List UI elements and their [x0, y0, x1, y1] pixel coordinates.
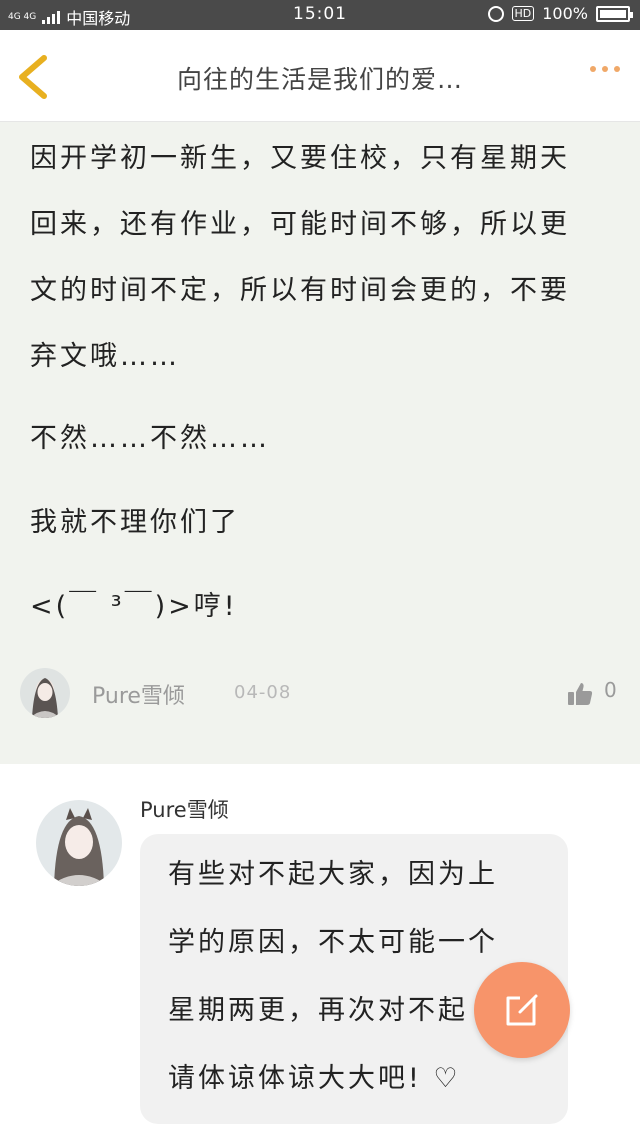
reply-section: Pure雪倾 有些对不起大家，因为上 学的原因，不太可能一个 星期两更，再次对不… [0, 776, 640, 1138]
post-line: 不然……不然…… [30, 423, 270, 454]
status-bar: 4G 4G 中国移动 15:01 HD 100% [0, 0, 640, 30]
post-line: <(￣ ³￣)>哼! [30, 591, 238, 622]
back-button[interactable] [14, 54, 54, 100]
edit-icon [506, 994, 538, 1026]
more-button[interactable] [590, 66, 620, 72]
status-right: HD 100% [487, 4, 633, 23]
hd-badge: HD [511, 6, 535, 21]
thumbs-up-icon [568, 683, 593, 705]
page-title: 向往的生活是我们的爱… [176, 65, 463, 94]
reply-avatar[interactable] [36, 800, 122, 886]
like-button[interactable] [566, 680, 594, 708]
battery-percent: 100% [542, 4, 588, 23]
post-line: 文的时间不定，所以有时间会更的，不要 [30, 275, 570, 306]
reply-author-name[interactable]: Pure雪倾 [140, 794, 229, 824]
reply-line: 有些对不起大家，因为上 [168, 859, 498, 890]
battery-icon [596, 5, 633, 22]
compose-button[interactable] [474, 962, 570, 1058]
author-name[interactable]: Pure雪倾 [92, 678, 185, 710]
post-content: 因开学初一新生，又要住校，只有星期天 回来，还有作业，可能时间不够，所以更 文的… [0, 122, 640, 764]
more-dots-icon [590, 66, 596, 72]
reply-line: 星期两更，再次对不起 [168, 995, 468, 1026]
post-line: 回来，还有作业，可能时间不够，所以更 [30, 209, 570, 240]
avatar[interactable] [20, 668, 70, 718]
post-line: 因开学初一新生，又要住校，只有星期天 [30, 143, 570, 174]
section-divider [0, 764, 640, 776]
reply-line: 请体谅体谅大大吧! ♡ [168, 1063, 461, 1094]
post-line: 弃文哦…… [30, 341, 180, 372]
reply-line: 学的原因，不太可能一个 [168, 927, 498, 958]
post-line: 我就不理你们了 [30, 507, 240, 538]
post-author-row: Pure雪倾 04-08 0 [0, 662, 640, 722]
nav-bar: 向往的生活是我们的爱… [0, 30, 640, 122]
post-date: 04-08 [234, 682, 292, 703]
avatar-image [36, 800, 122, 886]
like-count: 0 [604, 678, 617, 702]
avatar-image [20, 668, 70, 718]
alarm-icon [487, 5, 504, 22]
chevron-left-icon [19, 55, 47, 99]
